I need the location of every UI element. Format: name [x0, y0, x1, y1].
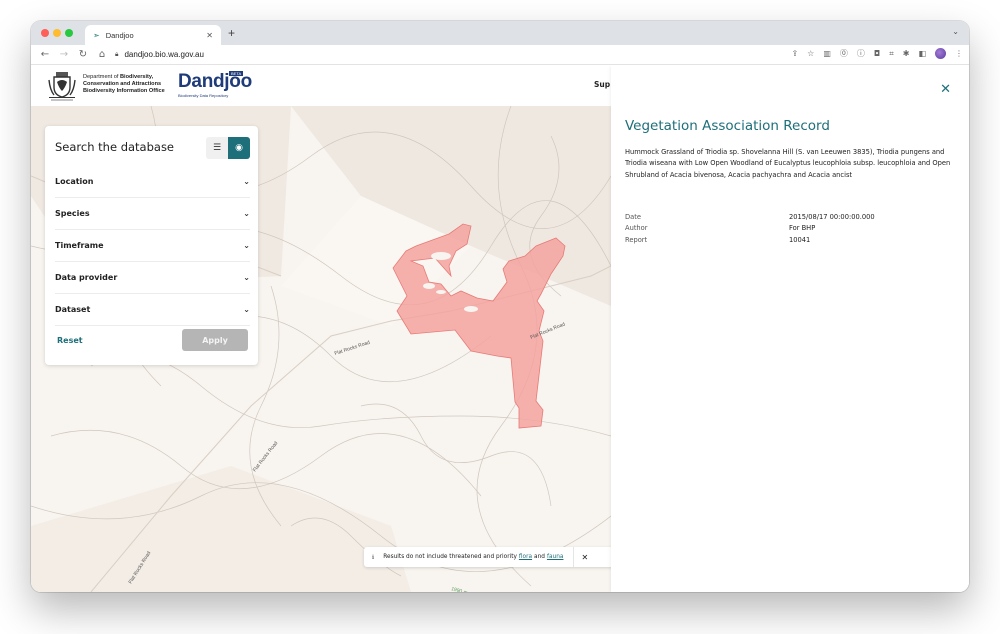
profile-avatar[interactable] — [935, 48, 946, 59]
chevron-down-icon: ⌄ — [243, 273, 250, 282]
map-view-button[interactable]: ◉ — [228, 137, 250, 159]
minimize-window-button[interactable] — [53, 29, 61, 37]
chevron-down-icon: ⌄ — [243, 305, 250, 314]
close-notice-icon[interactable]: ✕ — [581, 553, 588, 562]
screenshot-icon[interactable]: ⌗ — [889, 49, 894, 59]
info-icon: ℹ — [372, 553, 375, 561]
close-panel-icon[interactable]: ✕ — [940, 82, 951, 97]
filter-timeframe[interactable]: Timeframe ⌄ — [55, 230, 250, 262]
tab-title: Dandjoo — [105, 30, 134, 40]
maximize-window-button[interactable] — [65, 29, 73, 37]
camera-icon[interactable]: ◘ — [874, 49, 880, 58]
bird-icon: ➣ — [93, 30, 100, 40]
record-title: Vegetation Association Record — [625, 118, 830, 134]
menu-icon[interactable]: ⋮ — [955, 49, 963, 58]
search-panel: Search the database ☰ ◉ Location ⌄ Specie… — [45, 126, 258, 365]
extension-icon[interactable]: ▥ — [823, 49, 831, 58]
flora-link[interactable]: flora — [519, 554, 532, 560]
field-date: Date 2015/08/17 00:00:00.000 — [625, 213, 875, 221]
map-pin-icon: ◉ — [235, 143, 243, 153]
password-icon[interactable]: ⓪ — [840, 48, 848, 59]
address-bar[interactable]: 🔒︎ dandjoo.bio.wa.gov.au — [115, 47, 204, 63]
browser-tab[interactable]: ➣ Dandjoo ✕ — [85, 25, 221, 45]
tab-search-chevron-icon[interactable]: ⌄ — [952, 27, 959, 36]
forward-button[interactable]: → — [59, 49, 69, 60]
tab-close-icon[interactable]: ✕ — [206, 31, 213, 40]
browser-window: ➣ Dandjoo ✕ + ⌄ ← → ↻ ⌂ 🔒︎ dandjoo.bio.w… — [31, 21, 969, 592]
chevron-down-icon: ⌄ — [243, 177, 250, 186]
record-description: Hummock Grassland of Triodia sp. Shovela… — [625, 148, 951, 179]
back-button[interactable]: ← — [40, 49, 50, 60]
nav-link-support[interactable]: Sup — [594, 80, 610, 89]
view-toggle: ☰ ◉ — [206, 137, 250, 159]
lock-icon: 🔒︎ — [115, 50, 119, 58]
url-text: dandjoo.bio.wa.gov.au — [124, 50, 204, 59]
browser-toolbar: ← → ↻ ⌂ 🔒︎ dandjoo.bio.wa.gov.au ⇪ ☆ ▥ ⓪… — [31, 45, 969, 65]
puzzle-icon[interactable]: ✱ — [903, 49, 910, 58]
home-button[interactable]: ⌂ — [97, 49, 107, 60]
field-report: Report 10041 — [625, 235, 811, 244]
results-notice: ℹ Results do not include threatened and … — [364, 547, 636, 567]
chevron-down-icon: ⌄ — [243, 209, 250, 218]
wa-crest-logo[interactable] — [46, 70, 78, 102]
list-icon: ☰ — [212, 143, 222, 153]
field-author: Author For BHP — [625, 224, 816, 233]
apply-button[interactable]: Apply — [182, 329, 248, 351]
list-view-button[interactable]: ☰ — [206, 137, 228, 159]
record-detail-panel: ✕ Vegetation Association Record Hummock … — [611, 66, 969, 592]
sidepanel-icon[interactable]: ◧ — [918, 49, 926, 58]
info-icon[interactable]: ⓘ — [857, 48, 865, 59]
fauna-link[interactable]: fauna — [547, 554, 564, 560]
filter-data-provider[interactable]: Data provider ⌄ — [55, 262, 250, 294]
filter-dataset[interactable]: Dataset ⌄ — [55, 294, 250, 326]
new-tab-button[interactable]: + — [228, 26, 235, 40]
extension-bar: ⇪ ☆ ▥ ⓪ ⓘ ◘ ⌗ ✱ ◧ ⋮ — [791, 48, 963, 59]
chevron-down-icon: ⌄ — [243, 241, 250, 250]
record-fields: Date 2015/08/17 00:00:00.000 Author For … — [625, 212, 961, 246]
search-panel-title: Search the database — [55, 140, 175, 154]
star-icon[interactable]: ☆ — [807, 49, 814, 58]
notice-divider — [573, 547, 575, 567]
dandjoo-logo[interactable]: Dandjoo BETA Biodiversity Data Repositor… — [178, 71, 252, 98]
close-window-button[interactable] — [41, 29, 49, 37]
reset-button[interactable]: Reset — [57, 336, 83, 345]
reload-button[interactable]: ↻ — [78, 49, 88, 60]
department-name: Department of Biodiversity, Conservation… — [83, 74, 165, 95]
tab-strip: ➣ Dandjoo ✕ + ⌄ — [31, 21, 969, 45]
filter-species[interactable]: Species ⌄ — [55, 198, 250, 230]
beta-badge: BETA — [229, 71, 244, 76]
page: Department of Biodiversity, Conservation… — [31, 66, 969, 592]
filter-location[interactable]: Location ⌄ — [55, 166, 250, 198]
share-icon[interactable]: ⇪ — [791, 49, 798, 58]
